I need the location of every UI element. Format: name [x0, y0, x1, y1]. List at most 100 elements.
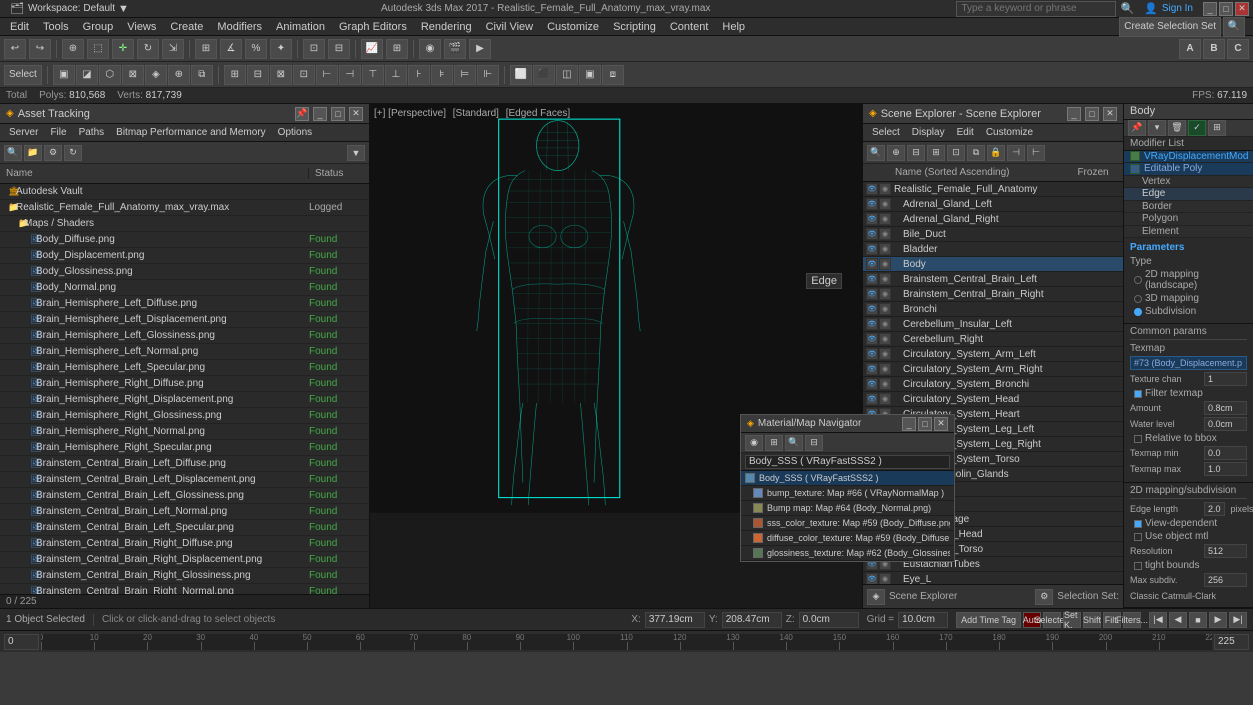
search-icon[interactable]: 🔍: [1120, 2, 1134, 15]
vp-btn-1[interactable]: ⊞: [224, 65, 246, 85]
tree-item[interactable]: 🖼 Brain_Hemisphere_Right_Displacement.pn…: [0, 392, 369, 408]
tree-item[interactable]: 🖼 Brainstem_Central_Brain_Left_Displacem…: [0, 472, 369, 488]
select-region-btn[interactable]: ⬚: [87, 39, 109, 59]
radio-subdiv-btn[interactable]: [1134, 308, 1142, 316]
render-region-btn[interactable]: ⬜: [510, 65, 532, 85]
menu-tools[interactable]: Tools: [37, 18, 75, 35]
render-vis-icon[interactable]: ◉: [879, 303, 891, 315]
texmap-value[interactable]: #73 (Body_Displacement.p: [1130, 356, 1247, 370]
render-vis-icon[interactable]: ◉: [879, 228, 891, 240]
radio-2d-btn[interactable]: [1134, 276, 1142, 284]
vp-btn-8[interactable]: ⊥: [385, 65, 407, 85]
menu-graph-editors[interactable]: Graph Editors: [333, 18, 413, 35]
vp-btn-6[interactable]: ⊣: [339, 65, 361, 85]
render-vis-icon[interactable]: ◉: [879, 393, 891, 405]
workspace-dropdown[interactable]: 🗂 Workspace: Default ▼: [4, 0, 135, 17]
menu-create[interactable]: Create: [164, 18, 209, 35]
scene-tool-1[interactable]: 🔍: [867, 145, 885, 161]
mat-tree-item[interactable]: sss_color_texture: Map #59 (Body_Diffuse…: [741, 516, 954, 531]
toolbar-btn-A[interactable]: A: [1179, 39, 1201, 59]
scene-close-btn[interactable]: ✕: [1103, 107, 1117, 121]
texmap-min-value[interactable]: 0.0: [1204, 446, 1247, 460]
menu-civil-view[interactable]: Civil View: [480, 18, 539, 35]
scene-menu-customize[interactable]: Customize: [981, 127, 1038, 138]
add-time-tag-btn[interactable]: Add Time Tag: [956, 612, 1021, 628]
scene-tool-3[interactable]: ⊟: [907, 145, 925, 161]
vp-btn-11[interactable]: ⊨: [454, 65, 476, 85]
render-vis-icon[interactable]: ◉: [879, 348, 891, 360]
asset-tool-4[interactable]: ↻: [64, 145, 82, 161]
scene-list-item[interactable]: 👁 ◉ Adrenal_Gland_Left: [863, 197, 1123, 212]
scene-settings-btn[interactable]: ⚙: [1035, 589, 1053, 605]
tree-item[interactable]: 🖼 Brain_Hemisphere_Right_Specular.png Fo…: [0, 440, 369, 456]
sel-type-4[interactable]: ⊠: [122, 65, 144, 85]
mat-tree-item[interactable]: Body_SSS ( VRayFastSSS2 ): [741, 471, 954, 486]
eye-vis-icon[interactable]: 👁: [866, 303, 878, 315]
asset-tool-1[interactable]: 🔍: [4, 145, 22, 161]
tree-item[interactable]: 🖼 Body_Glossiness.png Found: [0, 264, 369, 280]
tree-item[interactable]: 🖼 Brain_Hemisphere_Left_Specular.png Fou…: [0, 360, 369, 376]
mod-active-btn[interactable]: ✓: [1188, 120, 1206, 136]
search-icon-btn[interactable]: 🔍: [1223, 17, 1245, 37]
toolbar-btn-C[interactable]: C: [1227, 39, 1249, 59]
mat-tree-item[interactable]: diffuse_color_texture: Map #59 (Body_Dif…: [741, 531, 954, 546]
mat-tree-item[interactable]: glossiness_texture: Map #62 (Body_Glossi…: [741, 546, 954, 561]
tree-item[interactable]: 🖼 Brain_Hemisphere_Left_Glossiness.png F…: [0, 328, 369, 344]
render-vis-icon[interactable]: ◉: [879, 273, 891, 285]
set-key-btn[interactable]: Set K.: [1063, 612, 1081, 628]
material-editor-btn[interactable]: ◉: [419, 39, 441, 59]
scene-list-item[interactable]: 👁 ◉ Realistic_Female_Full_Anatomy: [863, 182, 1123, 197]
render-vis-icon[interactable]: ◉: [879, 333, 891, 345]
render-vis-icon[interactable]: ◉: [879, 198, 891, 210]
asset-menu-file[interactable]: File: [45, 127, 71, 138]
render-vis-icon[interactable]: ◉: [879, 363, 891, 375]
play-prev-btn[interactable]: |◀: [1149, 612, 1167, 628]
eye-vis-icon[interactable]: 👁: [866, 333, 878, 345]
filter-texmap-cb[interactable]: [1134, 390, 1142, 398]
modifier-item-edge[interactable]: Edge: [1124, 188, 1253, 200]
edge-length-value[interactable]: 2.0: [1204, 502, 1225, 516]
use-obj-mtl-cb[interactable]: [1134, 533, 1142, 541]
water-level-value[interactable]: 0.0cm: [1204, 417, 1247, 431]
scene-menu-select[interactable]: Select: [867, 127, 905, 138]
tree-item[interactable]: 📁 Realistic_Female_Full_Anatomy_max_vray…: [0, 200, 369, 216]
eye-vis-icon[interactable]: 👁: [866, 288, 878, 300]
asset-menu-server[interactable]: Server: [4, 127, 43, 138]
eye-vis-icon[interactable]: 👁: [866, 378, 878, 390]
menu-help[interactable]: Help: [716, 18, 751, 35]
menu-modifiers[interactable]: Modifiers: [211, 18, 268, 35]
main-viewport[interactable]: [+] [Perspective] [Standard] [Edged Face…: [370, 104, 863, 608]
sel-type-2[interactable]: ◪: [76, 65, 98, 85]
mirror-btn[interactable]: ⊡: [303, 39, 325, 59]
asset-tool-2[interactable]: 📁: [24, 145, 42, 161]
asset-menu-bitmap[interactable]: Bitmap Performance and Memory: [111, 127, 271, 138]
tree-item[interactable]: 🖼 Brain_Hemisphere_Left_Displacement.png…: [0, 312, 369, 328]
relative-bbox-cb[interactable]: [1134, 435, 1142, 443]
asset-close-btn[interactable]: ✕: [349, 107, 363, 121]
render-vis-icon[interactable]: ◉: [879, 243, 891, 255]
menu-scripting[interactable]: Scripting: [607, 18, 662, 35]
render-vis-icon[interactable]: ◉: [879, 378, 891, 390]
scene-max-btn[interactable]: □: [1085, 107, 1099, 121]
frame-current-input[interactable]: [4, 634, 39, 650]
render-btn[interactable]: ▶: [469, 39, 491, 59]
render-vis-icon[interactable]: ◉: [879, 183, 891, 195]
mat-tree-item[interactable]: bump_texture: Map #66 ( VRayNormalMap ): [741, 486, 954, 501]
asset-minimize-btn[interactable]: _: [313, 107, 327, 121]
resolution-value[interactable]: 512: [1204, 544, 1247, 558]
menu-rendering[interactable]: Rendering: [415, 18, 478, 35]
render-vis-icon[interactable]: ◉: [879, 573, 891, 584]
shift-btn[interactable]: Shift: [1083, 612, 1101, 628]
sel-type-3[interactable]: ⬡: [99, 65, 121, 85]
percent-snap-btn[interactable]: %: [245, 39, 267, 59]
max-subdiv-value[interactable]: 256: [1204, 573, 1247, 587]
tree-item[interactable]: 🖼 Body_Diffuse.png Found: [0, 232, 369, 248]
maximize-btn[interactable]: □: [1219, 2, 1233, 16]
tree-item[interactable]: 🖼 Brain_Hemisphere_Right_Diffuse.png Fou…: [0, 376, 369, 392]
stop-btn[interactable]: ■: [1189, 612, 1207, 628]
scale-btn[interactable]: ⇲: [162, 39, 184, 59]
modifier-item-polygon[interactable]: Polygon: [1124, 213, 1253, 225]
render-viewport-btn[interactable]: ▣: [579, 65, 601, 85]
asset-menu-options[interactable]: Options: [273, 127, 317, 138]
modifier-item-element[interactable]: Element: [1124, 226, 1253, 238]
